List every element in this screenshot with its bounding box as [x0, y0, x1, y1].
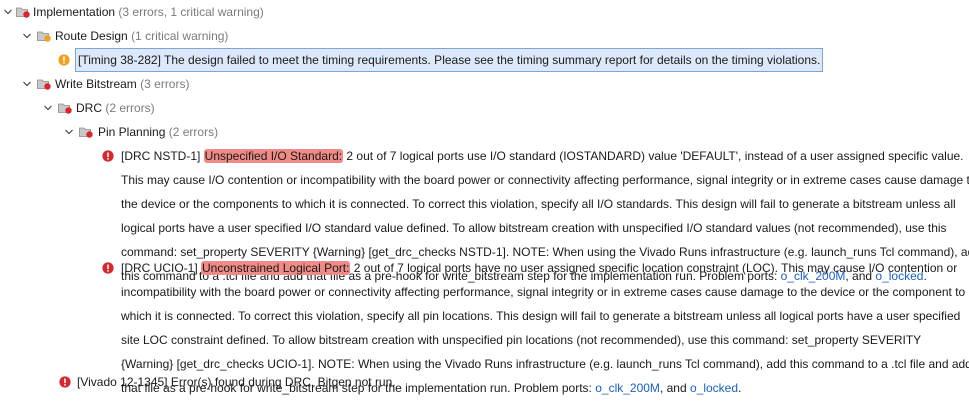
tree-node-drc[interactable]: DRC (2 errors): [0, 96, 969, 120]
chevron-down-icon[interactable]: [43, 96, 55, 120]
nstd-line-4: logical ports have a user specified I/O …: [121, 221, 947, 235]
pin-planning-count: (2 errors): [168, 125, 219, 139]
folder-error-icon: [37, 78, 51, 90]
chevron-down-icon[interactable]: [3, 0, 15, 24]
ucio-line-1: 2 out of 7 logical ports have no user as…: [350, 261, 958, 275]
timing-warning-text: [Timing 38-282] The design failed to mee…: [78, 53, 821, 67]
ucio-sep: , and: [659, 381, 690, 395]
ucio-title-highlight: Unconstrained Logical Port:: [201, 261, 351, 275]
vivado-error-text: [Vivado 12-1345] Error(s) found during D…: [77, 375, 396, 389]
tree-node-write-bitstream[interactable]: Write Bitstream (3 errors): [0, 72, 969, 96]
port-link-o-locked[interactable]: o_locked: [690, 381, 738, 395]
nstd-title-highlight: Unspecified I/O Standard:: [203, 149, 344, 163]
implementation-label: Implementation: [33, 5, 116, 19]
timing-warning-message[interactable]: [Timing 38-282] The design failed to mee…: [75, 48, 824, 72]
implementation-node-text: Implementation (3 errors, 1 critical war…: [33, 0, 264, 24]
drc-label: DRC: [76, 101, 102, 115]
pin-planning-node-text: Pin Planning (2 errors): [98, 120, 218, 144]
pin-planning-label: Pin Planning: [98, 125, 166, 139]
critical-warning-icon: [58, 54, 70, 66]
message-line: [DRC NSTD-1] Unspecified I/O Standard: 2…: [121, 144, 969, 168]
chevron-down-icon[interactable]: [22, 72, 34, 96]
tree-node-pin-planning[interactable]: Pin Planning (2 errors): [0, 120, 969, 144]
route-design-node-text: Route Design (1 critical warning): [55, 24, 228, 48]
ucio-line-4: site LOC constraint defined. To allow bi…: [121, 333, 922, 347]
folder-error-icon: [79, 126, 93, 138]
folder-error-icon: [16, 6, 30, 18]
folder-error-icon: [58, 102, 72, 114]
drc-node-text: DRC (2 errors): [76, 96, 155, 120]
write-bitstream-count: (3 errors): [140, 77, 190, 91]
chevron-down-icon[interactable]: [64, 120, 76, 144]
write-bitstream-label: Write Bitstream: [55, 77, 137, 91]
folder-warning-icon: [37, 30, 51, 42]
tree-node-implementation[interactable]: Implementation (3 errors, 1 critical war…: [0, 0, 969, 24]
error-icon: [102, 150, 114, 162]
chevron-down-icon[interactable]: [22, 24, 34, 48]
nstd-line-2: This may cause I/O contention or incompa…: [121, 173, 969, 187]
route-design-label: Route Design: [55, 29, 128, 43]
tree-node-route-design[interactable]: Route Design (1 critical warning): [0, 24, 969, 48]
drc-count: (2 errors): [105, 101, 155, 115]
ucio-prefix: [DRC UCIO-1]: [121, 261, 202, 275]
port-link-o-clk-200m[interactable]: o_clk_200M: [595, 381, 660, 395]
write-bitstream-node-text: Write Bitstream (3 errors): [55, 72, 189, 96]
implementation-count: (3 errors, 1 critical warning): [118, 5, 264, 19]
ucio-end: .: [738, 381, 742, 395]
ucio-line-2: incompatibility with the board power or …: [121, 285, 966, 299]
message-line: [DRC UCIO-1] Unconstrained Logical Port:…: [121, 256, 969, 280]
ucio-line-3: which it is connected. To correct this v…: [121, 309, 961, 323]
error-icon: [102, 262, 114, 274]
nstd-prefix: [DRC NSTD-1]: [121, 149, 204, 163]
vivado-error-message[interactable]: [Vivado 12-1345] Error(s) found during D…: [77, 370, 396, 394]
route-design-count: (1 critical warning): [131, 29, 229, 43]
nstd-line-3: the device or the components to which it…: [121, 197, 956, 211]
error-icon: [59, 376, 71, 388]
nstd-line-1: 2 out of 7 logical ports use I/O standar…: [343, 149, 964, 163]
